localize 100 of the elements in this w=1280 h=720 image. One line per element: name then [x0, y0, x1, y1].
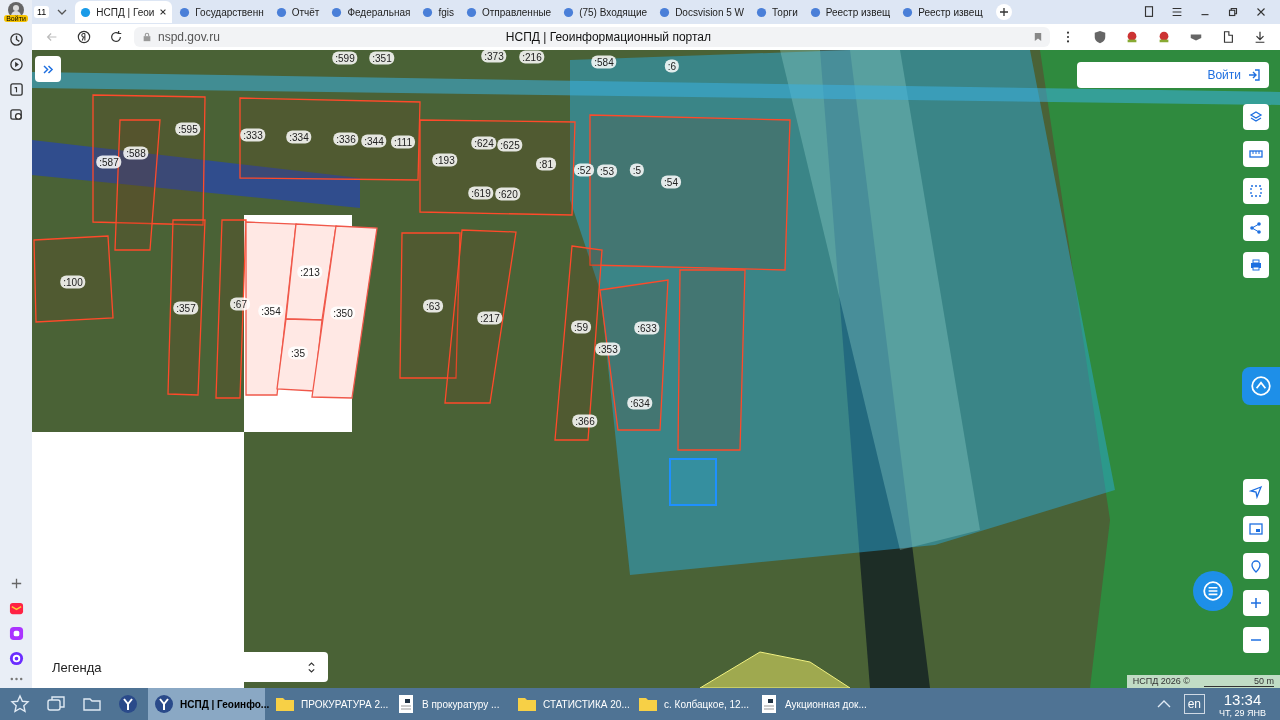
pin-button[interactable] [1243, 553, 1269, 579]
parcel-label[interactable]: :634 [627, 396, 653, 410]
keyboard-language[interactable]: en [1183, 694, 1205, 714]
assistant-app-icon[interactable] [8, 651, 24, 666]
taskbar-item[interactable]: ПРОКУРАТУРА 2... [269, 688, 386, 720]
browser-tab[interactable]: Отчёт [270, 1, 325, 23]
share-button[interactable] [1243, 215, 1269, 241]
messenger-app-icon[interactable] [8, 626, 24, 641]
more-icon[interactable] [8, 676, 24, 682]
location-button[interactable] [1243, 479, 1269, 505]
browser-tab[interactable]: Отправленные [461, 1, 557, 23]
browser-icon[interactable] [118, 694, 138, 714]
browser-tab[interactable]: Реестр извещ [897, 1, 988, 23]
mail-app-icon[interactable] [8, 601, 24, 616]
minimap-button[interactable] [1243, 516, 1269, 542]
parcel-label[interactable]: :587 [96, 155, 122, 169]
tab-counter[interactable]: 11 [34, 6, 50, 18]
parcel-label[interactable]: :624 [471, 136, 497, 150]
navigation-arrow-icon [1249, 485, 1263, 499]
windows-icon[interactable] [46, 694, 66, 714]
parcel-label[interactable]: :35 [288, 346, 308, 360]
side-panel-tab[interactable] [1242, 367, 1280, 405]
ruler-button[interactable] [1243, 141, 1269, 167]
address-field[interactable]: nspd.gov.ru НСПД | Геоинформационный портал [134, 27, 1050, 47]
parcel-label[interactable]: :625 [497, 138, 523, 152]
shield-icon[interactable] [1093, 30, 1107, 44]
taskbar-item[interactable]: СТАТИСТИКА 20... [511, 688, 628, 720]
taskbar-item[interactable]: В прокуратуру ... [390, 688, 507, 720]
parcel-label[interactable]: :67 [230, 297, 250, 311]
clock-date[interactable]: ЧТ, 29 ЯНВ [1219, 707, 1266, 718]
parcel-label[interactable]: :633 [634, 321, 660, 335]
print-icon [1249, 258, 1263, 272]
double-chevron-icon [42, 64, 54, 74]
browser-tab[interactable]: Docsvision 5 W [654, 1, 750, 23]
download-icon[interactable] [1253, 30, 1267, 44]
pin-icon [1249, 559, 1263, 573]
parcel-label[interactable]: :100 [60, 275, 86, 289]
parcel-label[interactable]: :336 [333, 132, 359, 146]
parcel-label[interactable]: :216 [519, 50, 545, 64]
browser-tab[interactable]: Федеральная [326, 1, 416, 23]
parcel-label[interactable]: :217 [477, 311, 503, 325]
parcel-label[interactable]: :111 [391, 135, 415, 149]
browser-tab[interactable]: Государственн [174, 1, 269, 23]
close-icon[interactable] [159, 8, 168, 16]
screenshot-icon[interactable] [8, 107, 24, 122]
history-icon[interactable] [8, 32, 24, 47]
yandex-logo-icon[interactable] [77, 30, 91, 44]
browser-tab[interactable]: (75) Входящие [558, 1, 653, 23]
calendar-icon[interactable] [8, 82, 24, 97]
area-select-button[interactable] [1243, 178, 1269, 204]
parcel-label[interactable]: :81 [536, 157, 556, 171]
bookmark-icon[interactable] [1034, 32, 1042, 42]
parcel-label[interactable]: :620 [495, 187, 521, 201]
chevron-down-icon[interactable] [57, 9, 68, 15]
login-button[interactable]: Войти [1077, 62, 1269, 88]
parcel-label[interactable]: :59 [571, 320, 591, 334]
parcel-label[interactable]: :333 [240, 128, 266, 142]
document-icon [759, 694, 779, 714]
parcel-label[interactable]: :353 [595, 342, 621, 356]
parcel-label[interactable]: :54 [661, 175, 681, 189]
taskbar-item[interactable]: с. Колбацкое, 12... [632, 688, 749, 720]
parcel-label[interactable]: :366 [572, 414, 598, 428]
parcel-label[interactable]: :595 [175, 122, 201, 136]
parcel-label[interactable]: :350 [330, 306, 356, 320]
parcel-label[interactable]: :619 [468, 186, 494, 200]
layers-button[interactable] [1243, 104, 1269, 130]
parcel-label[interactable]: :354 [258, 304, 284, 318]
zoom-in-button[interactable] [1243, 590, 1269, 616]
parcel-label[interactable]: :213 [297, 265, 323, 279]
print-button[interactable] [1243, 252, 1269, 278]
browser-tab[interactable]: Торги [751, 1, 803, 23]
reload-icon[interactable] [109, 30, 123, 44]
parcel-label[interactable]: :357 [173, 301, 199, 315]
play-icon[interactable] [8, 57, 24, 72]
zoom-out-button[interactable] [1243, 627, 1269, 653]
star-icon[interactable] [10, 694, 30, 714]
parcel-label[interactable]: :193 [432, 153, 458, 167]
parcel-label[interactable]: :373 [481, 50, 507, 63]
site-icon [902, 6, 914, 18]
clock-time[interactable]: 13:34 [1223, 690, 1262, 708]
menu-icon[interactable] [1170, 5, 1184, 19]
browser-tab[interactable]: НСПД | Геои [75, 1, 173, 23]
extension-icon[interactable] [1221, 30, 1235, 44]
expand-panel-button[interactable] [35, 56, 61, 82]
browser-icon [154, 694, 174, 714]
parcel-label[interactable]: :588 [123, 146, 149, 160]
parcel-label[interactable]: :53 [597, 164, 617, 178]
lock-icon [142, 32, 152, 42]
browser-tab[interactable]: Реестр извещ [804, 1, 896, 23]
parcel-label[interactable]: :344 [361, 134, 387, 148]
parcel-label[interactable]: :52 [574, 163, 594, 177]
parcel-label[interactable]: :63 [423, 299, 443, 313]
parcel-label[interactable]: :599 [332, 51, 358, 65]
parcel-label[interactable]: :334 [286, 130, 312, 144]
taskbar-item[interactable]: Аукционная док... [753, 688, 870, 720]
parcel-label[interactable]: :351 [369, 51, 395, 65]
parcel-label[interactable]: :584 [591, 55, 617, 69]
browser-tab[interactable]: fgis [417, 1, 459, 23]
restore-icon[interactable] [1226, 5, 1240, 19]
new-tab-icon[interactable] [995, 4, 1012, 20]
